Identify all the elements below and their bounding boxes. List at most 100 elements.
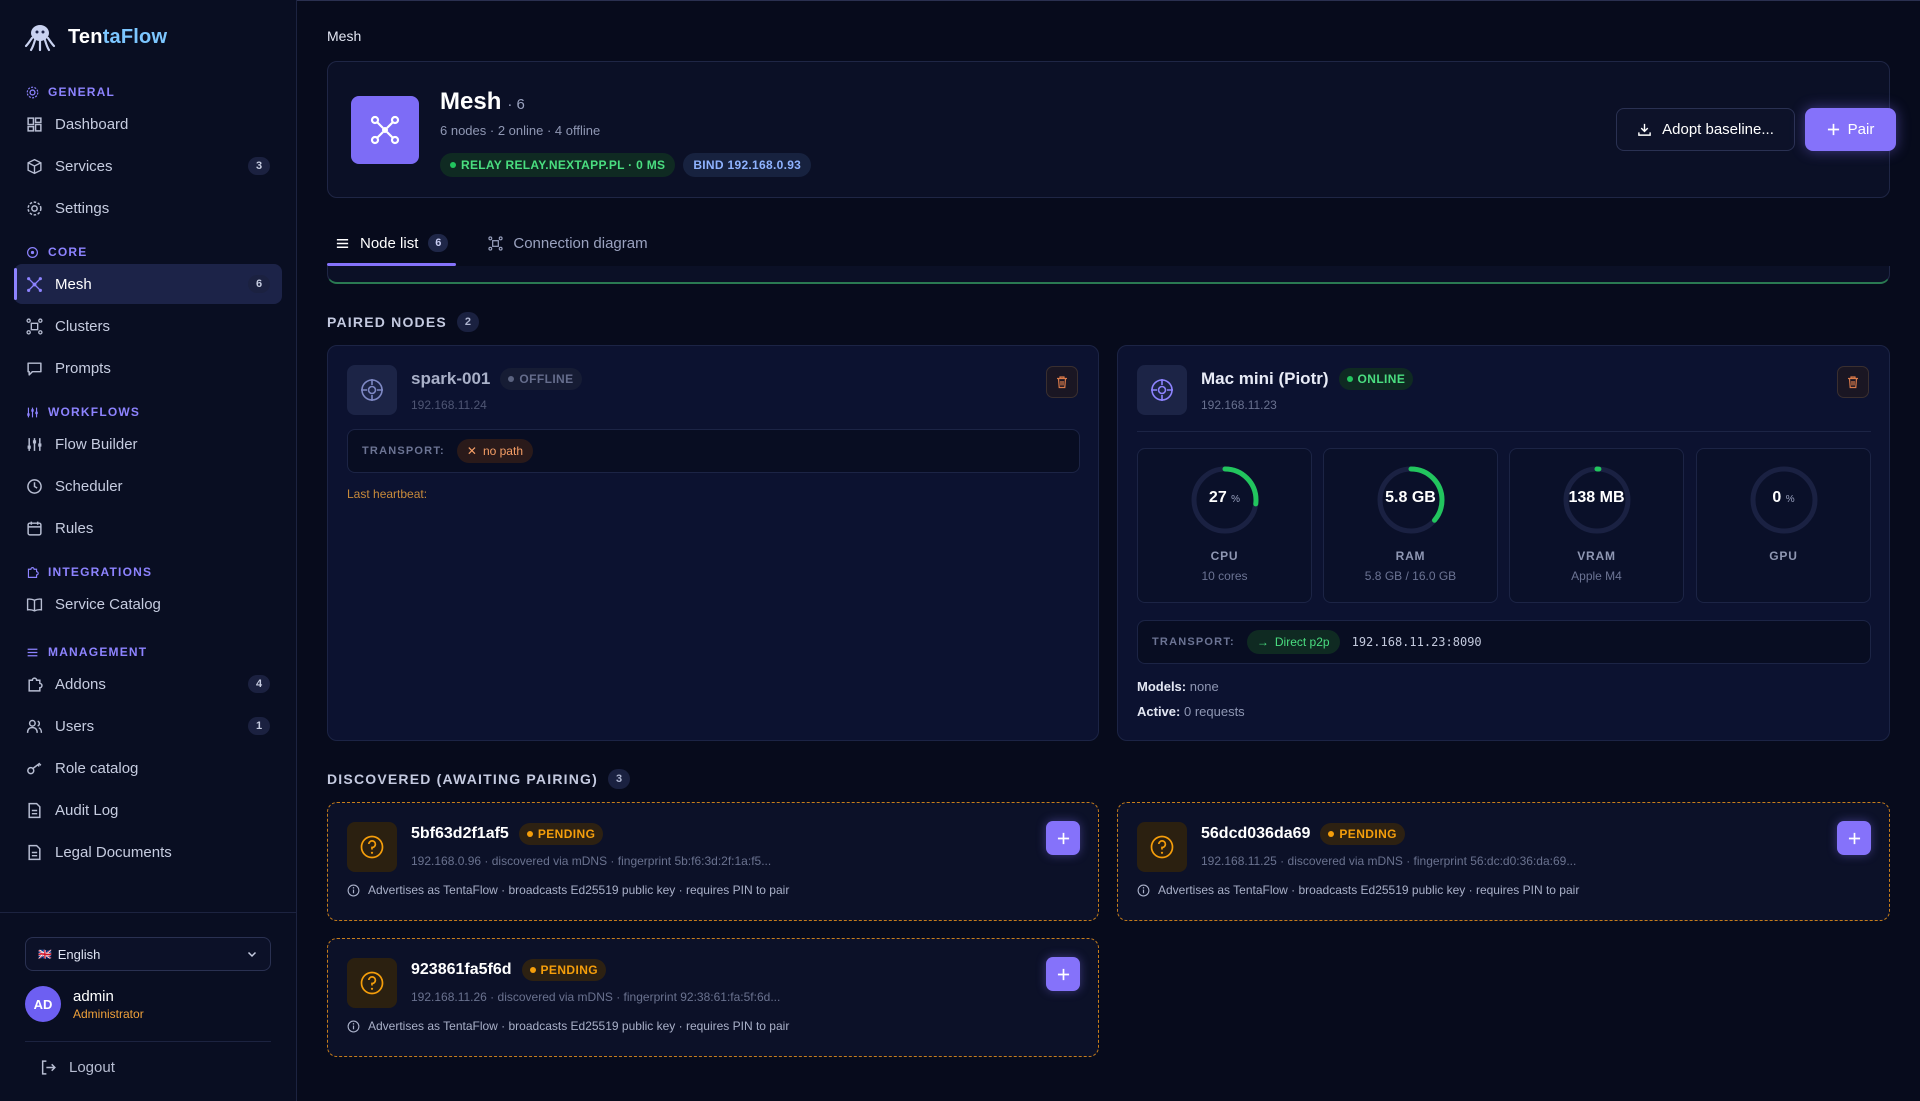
sliders-icon [27,407,38,417]
brand[interactable]: TentaFlow [24,22,167,52]
mesh-icon [27,276,42,292]
sidebar-item-clusters[interactable]: Clusters [14,306,282,346]
delete-node-button[interactable] [1046,366,1078,398]
plus-icon [1848,832,1860,844]
clusters-icon [26,317,43,335]
node-ip: 192.168.11.23 [1201,398,1277,412]
clock-icon [27,478,42,494]
node-list-count-badge: 6 [428,234,449,252]
transport-address: 192.168.11.23:8090 [1351,635,1482,649]
sidebar-item-audit-log[interactable]: Audit Log [14,790,282,830]
discovered-count-badge: 3 [608,769,630,789]
document-icon [28,802,41,818]
language-select[interactable]: 🇬🇧 English [25,937,271,971]
last-heartbeat: Last heartbeat: [347,487,428,501]
relay-chip: RELAY RELAY.NEXTAPP.PL · 0 MS [440,153,676,177]
pair-node-button[interactable] [1046,821,1080,855]
status-badge: OFFLINE [500,368,582,390]
services-count-badge: 3 [248,157,270,175]
sidebar-item-legal-documents[interactable]: Legal Documents [14,832,282,872]
discovered-node-card: 5bf63d2f1af5 PENDING 192.168.0.96 · disc… [327,802,1099,921]
pair-node-button[interactable] [1837,821,1871,855]
node-name: Mac mini (Piotr) [1201,369,1329,388]
breadcrumb: Mesh [327,28,362,44]
metric-vram: 138 MB VRAM Apple M4 [1509,448,1684,603]
paired-node-card-mac-mini: Mac mini (Piotr) ONLINE 192.168.11.23 27… [1117,345,1890,741]
section-core: CORE [14,242,282,262]
sidebar-item-service-catalog[interactable]: Service Catalog [14,584,282,624]
dashboard-icon [27,116,42,132]
page-title: Mesh · 6 [440,88,525,115]
puzzle-icon [27,566,39,578]
mesh-summary: 6 nodes · 2 online · 4 offline [440,123,601,138]
list-icon [336,238,349,248]
pair-button[interactable]: Pair [1805,108,1896,151]
info-icon [347,884,360,896]
sidebar-item-addons[interactable]: Addons 4 [14,664,282,704]
mesh-count-badge: 6 [248,275,270,293]
discovered-nodes-heading: DISCOVERED (AWAITING PAIRING) 3 [327,769,630,789]
mesh-header-card: Mesh · 6 6 nodes · 2 online · 4 offline … [327,61,1896,198]
addons-count-badge: 4 [248,675,270,693]
app-name: TentaFlow [68,25,168,48]
diagram-icon [488,235,503,251]
user-name: admin [73,987,114,1005]
target-icon [27,246,38,258]
bind-chip: BIND 192.168.0.93 [683,153,812,177]
sidebar-item-mesh[interactable]: Mesh 6 [14,264,282,304]
node-count: · 6 [507,96,525,113]
node-meta: 192.168.0.96 · discovered via mDNS · fin… [411,854,772,868]
logout-icon [41,1060,56,1075]
chat-icon [27,361,42,376]
sidebar-item-rules[interactable]: Rules [14,508,282,548]
tab-bar: Node list 6 Connection diagram [327,220,670,266]
sidebar-item-flow-builder[interactable]: Flow Builder [14,424,282,464]
download-icon [1638,123,1651,136]
puzzle-icon [28,676,43,692]
section-workflows: WORKFLOWS [14,402,282,422]
pair-node-button[interactable] [1046,957,1080,991]
document-icon [28,844,41,860]
section-management: MANAGEMENT [14,642,282,662]
delete-node-button[interactable] [1837,366,1869,398]
adopt-baseline-button[interactable]: Adopt baseline... [1616,108,1795,151]
metric-ram: 5.8 GB RAM 5.8 GB / 16.0 GB [1323,448,1498,603]
node-name: 5bf63d2f1af5 [411,825,509,842]
sidebar-item-settings[interactable]: Settings [14,188,282,228]
metric-cpu: 27 % CPU 10 cores [1137,448,1312,603]
sidebar-item-prompts[interactable]: Prompts [14,348,282,388]
models-info: Models: none [1137,679,1219,694]
node-header: Mac mini (Piotr) ONLINE [1201,368,1414,390]
node-target-icon [347,365,397,415]
cube-icon [27,158,42,174]
info-icon [347,1020,360,1032]
mesh-icon [351,96,419,164]
node-header: spark-001 OFFLINE [411,368,582,390]
chevron-down-icon [247,951,257,958]
sidebar-item-dashboard[interactable]: Dashboard [14,104,282,144]
sidebar-item-services[interactable]: Services 3 [14,146,282,186]
node-note: Advertises as TentaFlow · broadcasts Ed2… [347,883,789,897]
sidebar-item-role-catalog[interactable]: Role catalog [14,748,282,788]
tab-connection-diagram[interactable]: Connection diagram [480,220,655,266]
section-general: GENERAL [14,82,282,102]
node-meta: 192.168.11.25 · discovered via mDNS · fi… [1201,854,1577,868]
sidebar-item-scheduler[interactable]: Scheduler [14,466,282,506]
logout-button[interactable]: Logout [40,1059,115,1076]
node-ip: 192.168.11.24 [411,398,487,412]
users-icon [26,719,43,733]
question-icon [347,958,397,1008]
menu-icon [27,648,38,656]
plus-icon [1057,968,1069,980]
paired-node-card-spark-001: spark-001 OFFLINE 192.168.11.24 TRANSPOR… [327,345,1099,741]
tab-node-list[interactable]: Node list 6 [327,220,457,266]
sidebar-item-users[interactable]: Users 1 [14,706,282,746]
metric-gpu: 0 % GPU [1696,448,1871,603]
trash-icon [1057,376,1067,389]
plus-icon [1057,832,1069,844]
node-target-icon [1137,365,1187,415]
node-name: spark-001 [411,369,491,388]
user-profile[interactable]: AD admin Administrator [25,986,144,1022]
question-icon [1137,822,1187,872]
transport-bar: TRANSPORT: → Direct p2p 192.168.11.23:80… [1137,620,1871,664]
